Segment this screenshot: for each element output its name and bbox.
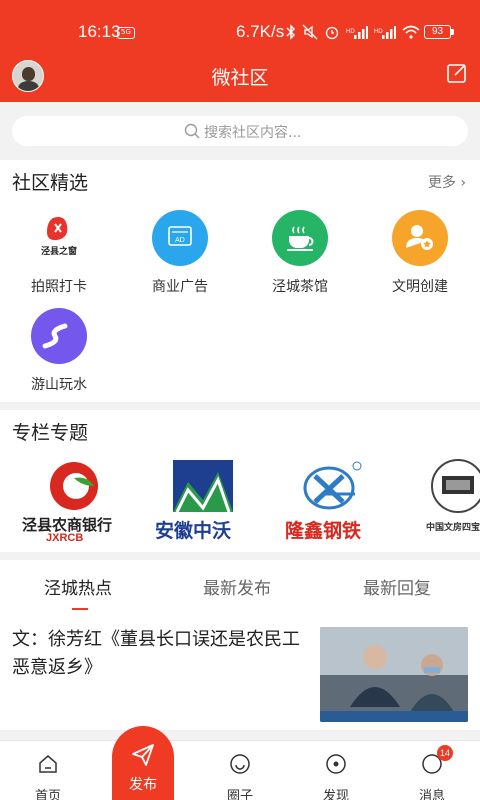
signal-icon: HD [374, 26, 396, 39]
nav-messages[interactable]: 消息 [402, 753, 462, 800]
tab-latest-replies[interactable]: 最新回复 [363, 574, 431, 599]
status-time: 16:13 [78, 22, 121, 41]
nav-label: 首页 [34, 789, 61, 800]
logo-wenfang-sibao[interactable]: 中国文房四宝 [420, 458, 480, 548]
nav-label: 圈子 [226, 789, 253, 800]
section-title: 社区精选 [12, 172, 89, 194]
jxrcb-logo-icon [50, 462, 98, 510]
article-thumbnail[interactable] [320, 627, 468, 722]
compass-icon [326, 754, 346, 774]
community-item-label: 泾城茶馆 [272, 279, 328, 295]
tab-latest-posts[interactable]: 最新发布 [203, 574, 271, 599]
wenfang-logo-icon [431, 459, 480, 513]
more-link[interactable]: 更多 › [428, 172, 466, 192]
search-area: 搜索社区内容... [0, 102, 480, 160]
logo-subcaption: JXRCB [46, 532, 84, 544]
bottom-nav: 首页 圈子 发现 消息 [0, 740, 480, 800]
community-item-teahouse[interactable]: 泾城茶馆 [245, 210, 355, 296]
community-section: 社区精选 更多 › 泾县之窗 拍照打卡 AD 商业广告 泾城茶馆 文明创建 游山… [0, 160, 480, 402]
publish-button[interactable]: 发布 [112, 726, 174, 800]
chevron-right-icon: › [460, 175, 466, 191]
community-item-photo[interactable]: 泾县之窗 拍照打卡 [4, 210, 114, 296]
search-input[interactable]: 搜索社区内容... [12, 116, 468, 146]
status-small-badge: 5G [117, 27, 135, 39]
svg-text:HD: HD [374, 29, 383, 35]
publish-label: 发布 [129, 777, 157, 793]
window-logo-icon: 泾县之窗 [31, 210, 87, 266]
battery-icon [451, 29, 454, 35]
nav-circle[interactable]: 圈子 [210, 753, 270, 800]
logo-longxin-steel[interactable]: 隆鑫钢铁 [285, 458, 385, 548]
nav-discover[interactable]: 发现 [306, 753, 366, 800]
logo-caption: 安徽中沃 [155, 520, 232, 542]
network-speed: 6.7K/s [236, 22, 285, 41]
status-bar: 16:13 5G 6.7K/s HD HD 93 [0, 0, 480, 50]
bluetooth-icon [286, 24, 296, 40]
page-title: 微社区 [211, 67, 269, 89]
zhongwo-logo-icon [173, 460, 233, 513]
wifi-icon [402, 25, 420, 39]
nav-home[interactable]: 首页 [18, 753, 78, 800]
alarm-icon [325, 26, 339, 40]
nav-label: 发现 [322, 789, 349, 800]
logo-caption: 隆鑫钢铁 [285, 520, 362, 542]
message-count-badge: 14 [437, 745, 453, 761]
columns-section: 专栏专题 泾县农商银行 JXRCB 安徽中沃 隆鑫钢铁 中国文房四宝 [0, 410, 480, 552]
svg-text:AD: AD [175, 237, 185, 244]
community-item-label: 游山玩水 [31, 377, 87, 393]
community-item-travel[interactable]: 游山玩水 [4, 308, 114, 394]
tab-hot[interactable]: 泾城热点 [44, 574, 112, 599]
feed-section: 泾城热点 最新发布 最新回复 文：徐芳红《董县长口误还是农民工恶意返乡》 [0, 560, 480, 730]
home-icon [39, 755, 57, 773]
road-icon [31, 308, 87, 364]
logo-jxrcb[interactable]: 泾县农商银行 JXRCB [18, 458, 130, 548]
advertisement-icon: AD [152, 210, 208, 266]
longxin-logo-icon [303, 461, 362, 510]
tea-cup-icon [272, 210, 328, 266]
section-title: 专栏专题 [12, 422, 89, 444]
community-item-ads[interactable]: AD 商业广告 [125, 210, 235, 296]
article-title[interactable]: 文：徐芳红《董县长口误还是农民工恶意返乡》 [12, 626, 308, 682]
battery-level: 93 [424, 25, 451, 39]
community-item-label: 拍照打卡 [31, 279, 87, 295]
logo-anhui-zhongwo[interactable]: 安徽中沃 [155, 458, 255, 548]
community-item-civilization[interactable]: 文明创建 [365, 210, 475, 296]
community-item-label: 商业广告 [152, 279, 208, 295]
send-icon [132, 744, 154, 766]
active-tab-indicator [72, 608, 88, 610]
search-placeholder: 搜索社区内容... [204, 125, 302, 141]
logo-caption: 中国文房四宝 [426, 523, 480, 533]
edit-icon[interactable] [446, 62, 468, 84]
status-icons: HD HD [286, 24, 420, 40]
nav-label: 消息 [418, 789, 445, 800]
community-item-label: 文明创建 [392, 279, 448, 295]
signal-icon: HD [346, 26, 368, 39]
user-star-icon [392, 210, 448, 266]
circle-icon [230, 754, 250, 774]
svg-text:泾县之窗: 泾县之窗 [41, 245, 77, 257]
mute-icon [302, 24, 318, 40]
svg-text:HD: HD [346, 29, 355, 35]
search-icon [184, 123, 200, 139]
header-bar: 微社区 [0, 50, 480, 102]
